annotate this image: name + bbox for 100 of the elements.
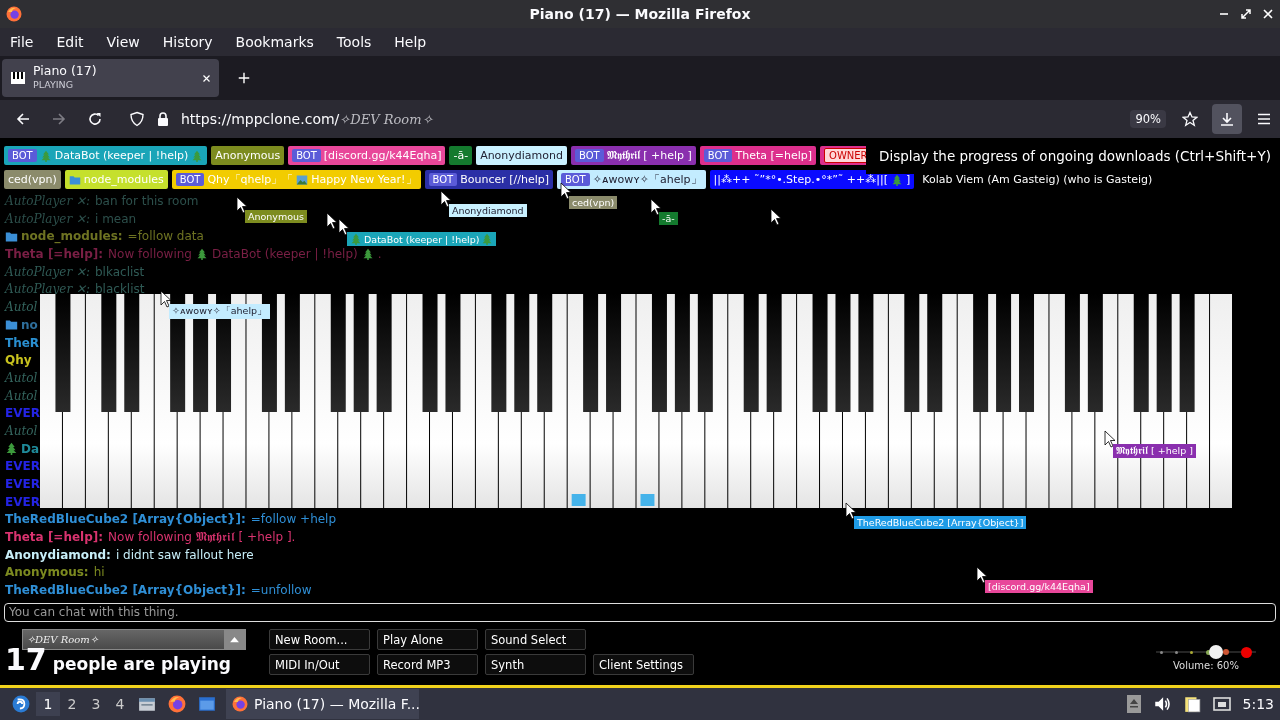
chat-message: blkaclist: [95, 264, 145, 279]
pointer-icon: [338, 218, 350, 236]
window-icon[interactable]: [198, 695, 216, 713]
player-tag[interactable]: Anonydiamond: [476, 146, 567, 165]
shield-icon[interactable]: [129, 111, 145, 127]
caret-icon: [229, 636, 240, 643]
menu-button[interactable]: Sound Select: [485, 629, 586, 650]
chat-message: i mean: [95, 211, 137, 226]
speaker-icon[interactable]: [1152, 695, 1171, 713]
menu-item[interactable]: Tools: [329, 32, 379, 52]
forward-icon[interactable]: [51, 111, 67, 127]
menu-button[interactable]: Record MP3: [377, 654, 478, 675]
workspace-button[interactable]: 2: [60, 692, 84, 716]
taskbar-task[interactable]: Piano (17) — Mozilla F...: [226, 689, 419, 719]
pointer-icon: [845, 502, 857, 520]
player-tag[interactable]: BOT Qhy「qhelp」「 Happy New Year!」: [171, 170, 421, 189]
player-tag[interactable]: BOT ✧ᴀᴡᴏᴡʏ✧「ahelp」: [557, 170, 706, 189]
cursor-name-tooltip: Anonymous: [245, 210, 307, 223]
menu-icon[interactable]: [1256, 111, 1272, 127]
player-tag[interactable]: BOT 𝕸𝖞𝖙𝖍𝖗𝖎𝖑 [ +help ]: [571, 146, 696, 165]
chat-name: Theta [=help]:: [5, 530, 104, 545]
chat-name: Autol: [5, 423, 38, 438]
chat-name: AutoPlayer ✕:: [5, 264, 90, 279]
download-button[interactable]: [1212, 104, 1242, 134]
piano-keyboard-drawing[interactable]: [40, 294, 1233, 508]
player-tag[interactable]: ||⁂++ ˜”*°•.Step.•°*”˜ ++⁂||[ ]: [709, 170, 915, 189]
chat-name: Autol: [5, 300, 38, 315]
chat-message: hi: [93, 565, 105, 580]
player-tag[interactable]: BOT Theta [=help]: [699, 146, 817, 165]
menu-button[interactable]: Client Settings: [593, 654, 694, 675]
menu-item[interactable]: View: [99, 32, 147, 52]
volume-dot: [1190, 650, 1194, 654]
player-name: [discord.gg/k44Eqha]: [323, 149, 442, 162]
clipboard-icon[interactable]: [1182, 695, 1201, 713]
chat-name: TheRedBlueCube2 [Array{Object}]:: [5, 583, 246, 598]
firefox-icon: [6, 6, 22, 22]
player-name: Anonydiamond: [480, 149, 563, 162]
cursor-name-tooltip: ✧ᴀᴡᴏᴡʏ✧「ahelp」: [169, 304, 271, 319]
player-name: DataBot (keeper | !help): [54, 149, 189, 162]
pointer-icon: [560, 182, 572, 200]
chat-message: =unfollow: [250, 583, 312, 598]
menu-button[interactable]: New Room...: [269, 629, 370, 650]
chat-name: EVER: [5, 406, 40, 421]
file-manager-icon[interactable]: [138, 695, 156, 713]
piano-icon: [10, 70, 26, 86]
back-icon[interactable]: [15, 111, 31, 127]
network-icon[interactable]: [1212, 695, 1231, 713]
chat-name: no: [21, 317, 38, 332]
eject-icon[interactable]: [1126, 695, 1141, 713]
player-tag[interactable]: -ā-: [449, 146, 473, 165]
start-menu-icon[interactable]: [12, 695, 30, 713]
chat-input[interactable]: You can chat with this thing.: [4, 602, 1276, 622]
player-tag[interactable]: BOT [discord.gg/k44Eqha]: [288, 146, 446, 165]
volume-knob[interactable]: [1209, 645, 1223, 659]
menu-item[interactable]: Edit: [49, 32, 91, 52]
menu-item[interactable]: History: [155, 32, 220, 52]
pointer-icon: [770, 208, 782, 226]
menu-button[interactable]: Play Alone: [377, 629, 478, 650]
tree-icon: [191, 149, 204, 162]
new-tab-icon[interactable]: [237, 71, 251, 85]
volume-dot: [1222, 649, 1229, 655]
chat-message: =follow +help: [250, 512, 337, 527]
workspace-button[interactable]: 3: [84, 692, 108, 716]
pointer-icon: [1104, 430, 1116, 448]
browser-tab[interactable]: Piano (17) PLAYING: [2, 59, 219, 97]
menu-item[interactable]: Help: [387, 32, 434, 52]
player-tag[interactable]: BOT Bouncer [//help]: [424, 170, 553, 189]
chat-name: Anonymous:: [5, 565, 89, 580]
chat-message: Now following: [108, 247, 192, 262]
player-name: Anonymous: [215, 149, 281, 162]
clock: 5:13: [1242, 696, 1274, 712]
menu-button[interactable]: Synth: [485, 654, 586, 675]
cursor-name-tooltip: 𝕸𝖞𝖙𝖍𝖗𝖎𝖑 [ +help ]: [1113, 444, 1196, 458]
reload-icon[interactable]: [87, 111, 103, 127]
volume-dot: [1205, 649, 1211, 655]
menu-button[interactable]: MIDI In/Out: [269, 654, 370, 675]
player-tag[interactable]: BOT DataBot (keeper | !help): [4, 146, 208, 165]
close-tab-icon[interactable]: [202, 73, 211, 83]
chat-name: EVER: [5, 477, 40, 492]
player-tag[interactable]: Anonymous: [211, 146, 285, 165]
workspace-button[interactable]: 1: [36, 692, 60, 716]
pointer-icon: [160, 290, 172, 308]
zoom-button[interactable]: 90%: [1130, 110, 1166, 128]
close-icon[interactable]: [1262, 8, 1274, 20]
menu-item[interactable]: Bookmarks: [228, 32, 321, 52]
player-name: ||⁂++ ˜”*°•.Step.•°*”˜ ++⁂||[: [713, 173, 888, 186]
player-name: ced(vpn): [8, 173, 57, 186]
cursor-name-tooltip: Anonydiamond: [449, 204, 527, 217]
workspace-button[interactable]: 4: [108, 692, 132, 716]
menu-item[interactable]: File: [3, 32, 41, 52]
chat-message: blacklist: [95, 282, 145, 297]
star-icon[interactable]: [1182, 111, 1198, 127]
cursor-name: DataBot (keeper | !help): [364, 233, 480, 245]
bot-badge: BOT: [8, 149, 37, 162]
maximize-icon[interactable]: [1240, 8, 1252, 20]
firefox-icon[interactable]: [168, 695, 186, 713]
pointer-icon: [976, 566, 988, 584]
player-tag[interactable]: ced(vpn): [4, 170, 61, 189]
chat-name: Autol: [5, 388, 38, 403]
lock-icon[interactable]: [155, 111, 171, 127]
